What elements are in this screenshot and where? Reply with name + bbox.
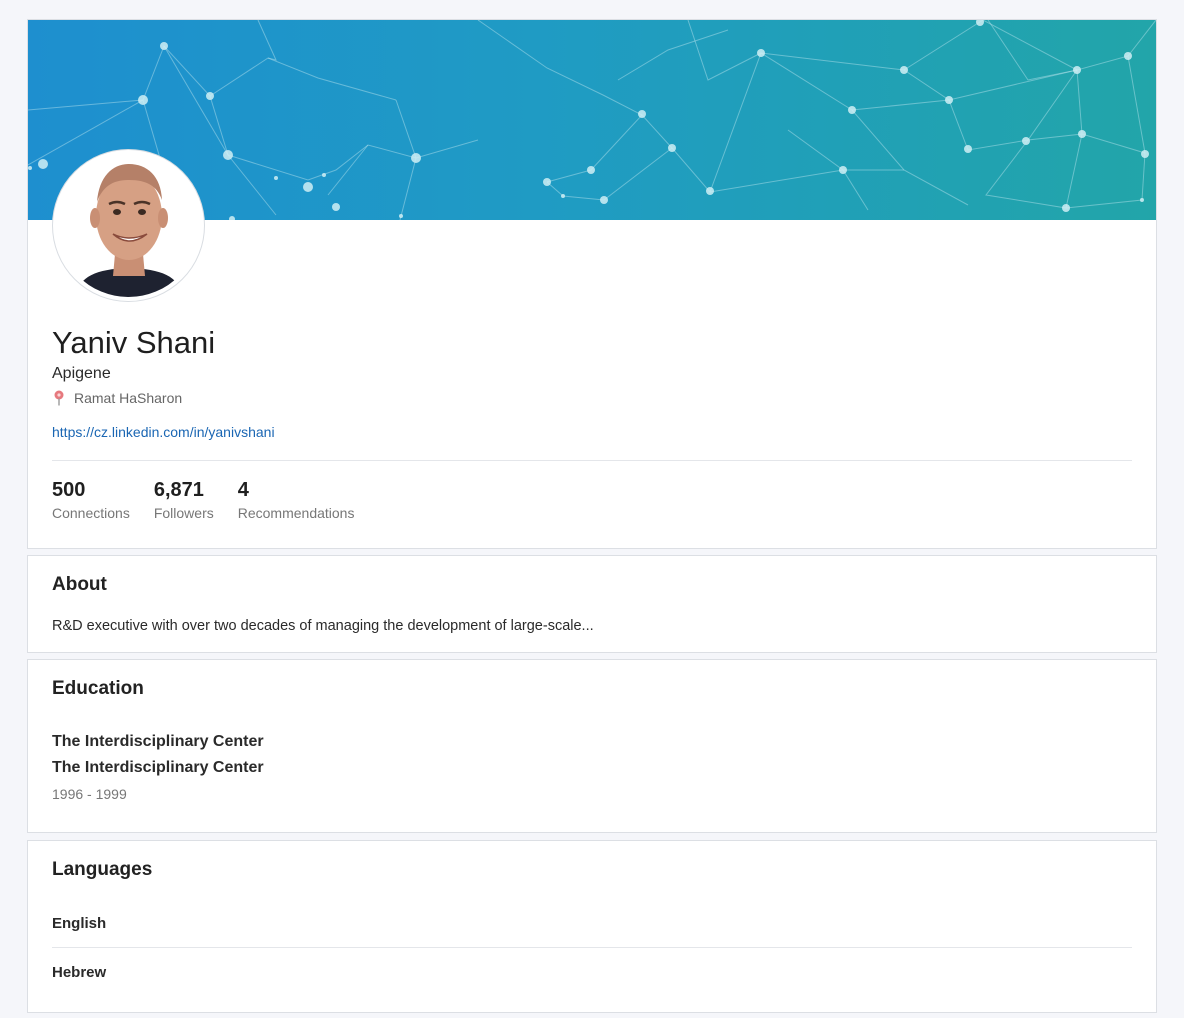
stat-value: 6,871 — [153, 479, 204, 501]
stat-label: Recommendations — [237, 505, 355, 521]
stat-value: 500 — [52, 479, 86, 501]
stat-label: Connections — [52, 505, 130, 521]
education-card: Education The Interdisciplinary Center T… — [27, 659, 1157, 833]
languages-card: Languages English Hebrew — [27, 840, 1157, 1013]
map-pin-icon — [54, 390, 64, 406]
about-card: About R&D executive with over two decade… — [27, 555, 1157, 653]
profile-location: Ramat HaSharon — [52, 390, 182, 406]
about-title: About — [52, 574, 107, 595]
education-title: Education — [52, 678, 144, 699]
education-degree: The Interdisciplinary Center — [52, 759, 264, 776]
divider — [52, 460, 1132, 461]
languages-title: Languages — [52, 859, 153, 880]
stat-connections: 500 Connections — [52, 478, 130, 521]
profile-company: Apigene — [52, 365, 111, 382]
stat-value: 4 — [237, 479, 249, 501]
stat-recommendations: 4 Recommendations — [238, 478, 355, 521]
stat-label: Followers — [153, 505, 214, 521]
profile-url-link[interactable]: https://cz.linkedin.com/in/yanivshani — [52, 424, 275, 440]
profile-banner — [28, 20, 1156, 220]
stat-followers: 6,871 Followers — [154, 478, 214, 521]
education-years: 1996 - 1999 — [52, 786, 127, 802]
profile-photo — [57, 154, 200, 297]
about-text: R&D executive with over two decades of m… — [52, 618, 594, 634]
profile-stats: 500 Connections 6,871 Followers 4 Recomm… — [52, 478, 354, 521]
education-school: The Interdisciplinary Center — [52, 733, 264, 750]
network-pattern-graphic — [28, 20, 1156, 220]
language-item: Hebrew — [52, 964, 107, 981]
divider — [52, 947, 1132, 948]
avatar[interactable] — [52, 149, 205, 302]
profile-name: Yaniv Shani — [52, 325, 216, 360]
language-item: English — [52, 915, 107, 932]
profile-card: Yaniv Shani Apigene Ramat HaSharon https… — [27, 19, 1157, 549]
location-text: Ramat HaSharon — [74, 390, 183, 406]
